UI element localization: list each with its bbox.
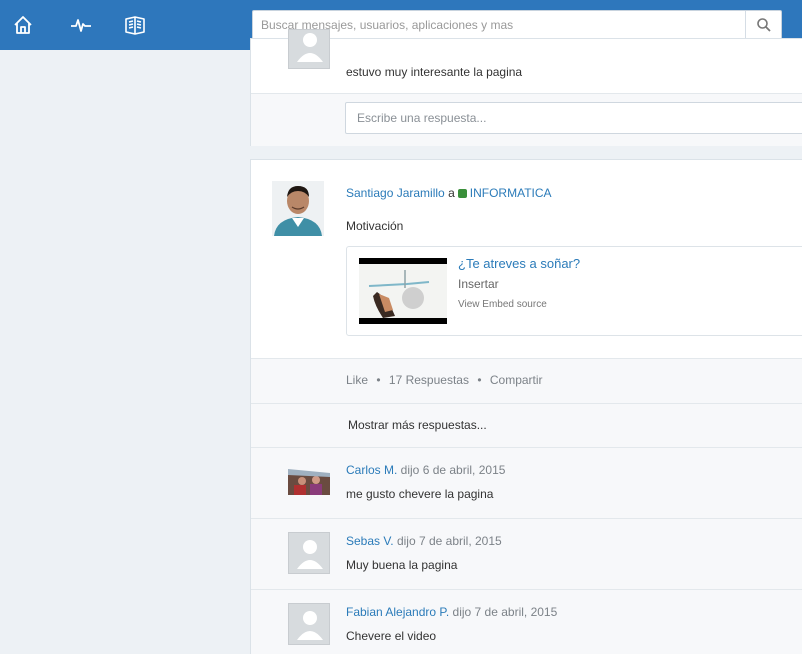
- reply-text: estuvo muy interesante la pagina: [346, 65, 523, 79]
- embed-title[interactable]: ¿Te atreves a soñar?: [458, 256, 580, 271]
- reply-avatar: [288, 463, 330, 505]
- group-link[interactable]: INFORMATICA: [470, 186, 552, 200]
- activity-icon[interactable]: [68, 12, 94, 38]
- embed-title-link[interactable]: ¿Te atreves a soñar?: [458, 256, 580, 271]
- divider: [251, 518, 802, 519]
- sidebar: [0, 50, 235, 654]
- reply-header: Fabian Alejandro P. dijo 7 de abril, 201…: [346, 605, 557, 619]
- reply-author-link[interactable]: Sebas V.: [346, 534, 394, 548]
- search-icon: [756, 18, 771, 32]
- separator: •: [376, 373, 381, 387]
- replies-count-link[interactable]: 17 Respuestas: [389, 373, 469, 387]
- previous-post-card: estuvo muy interesante la pagina: [250, 29, 802, 146]
- reply-text: Muy buena la pagina: [346, 558, 458, 572]
- view-embed-source-link[interactable]: View Embed source: [458, 299, 547, 310]
- post-actions: Like • 17 Respuestas • Compartir: [346, 373, 543, 387]
- reply-author-link[interactable]: Fabian Alejandro P.: [346, 605, 449, 619]
- reply-avatar: [288, 603, 330, 645]
- group-color-icon: [457, 189, 467, 198]
- divider: [251, 403, 802, 404]
- reply-box: [345, 102, 802, 134]
- search-button[interactable]: [745, 11, 781, 39]
- reply-date: dijo 7 de abril, 2015: [449, 605, 558, 619]
- separator: •: [477, 373, 482, 387]
- video-thumbnail[interactable]: [359, 258, 447, 324]
- divider: [251, 447, 802, 448]
- reply-avatar: [288, 532, 330, 574]
- embed-subtitle: Insertar: [458, 277, 499, 291]
- post-to-word: a: [448, 186, 455, 200]
- reply-date: dijo 7 de abril, 2015: [393, 534, 502, 548]
- search-bar: [252, 10, 782, 40]
- reply-text: me gusto chevere la pagina: [346, 487, 494, 501]
- author-avatar: [272, 181, 324, 236]
- divider: [251, 589, 802, 590]
- post-header: Santiago Jaramillo a INFORMATICA: [346, 186, 552, 200]
- reply-date: dijo 6 de abril, 2015: [397, 463, 506, 477]
- post-card: Santiago Jaramillo a INFORMATICA Motivaci…: [250, 159, 802, 654]
- embed-card: ¿Te atreves a soñar? Insertar View Embed…: [346, 246, 802, 336]
- home-icon[interactable]: [10, 12, 36, 38]
- post-body: Motivación: [346, 219, 404, 233]
- reply-header: Sebas V. dijo 7 de abril, 2015: [346, 534, 502, 548]
- reply-text: Chevere el video: [346, 629, 437, 643]
- show-more-replies-link[interactable]: Mostrar más respuestas...: [348, 418, 487, 432]
- avatar: [288, 29, 330, 69]
- reply-header: Carlos M. dijo 6 de abril, 2015: [346, 463, 505, 477]
- share-link[interactable]: Compartir: [490, 373, 543, 387]
- post-author-link[interactable]: Santiago Jaramillo: [346, 186, 445, 200]
- like-link[interactable]: Like: [346, 373, 368, 387]
- reply-input[interactable]: [346, 103, 802, 133]
- library-icon[interactable]: [122, 12, 148, 38]
- reply-author-link[interactable]: Carlos M.: [346, 463, 397, 477]
